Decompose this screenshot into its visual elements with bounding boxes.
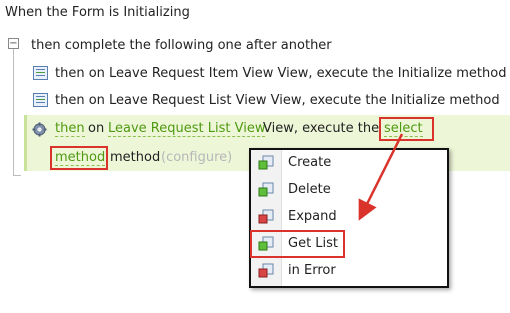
highlight-box-method	[50, 146, 108, 170]
menu-item-label: Expand	[288, 209, 337, 224]
group-label[interactable]: then complete the following one after an…	[31, 38, 332, 53]
delete-icon	[258, 182, 274, 197]
menu-item-label: Delete	[288, 182, 331, 197]
menu-item-in-error[interactable]: in Error	[251, 258, 447, 285]
collapse-toggle-icon[interactable]: −	[8, 38, 19, 49]
gear-icon	[32, 122, 47, 137]
expand-icon	[258, 209, 274, 224]
on-text: on	[88, 121, 105, 136]
create-icon	[258, 155, 274, 170]
configure-link[interactable]: (configure)	[161, 150, 232, 165]
highlight-box-get-list	[250, 230, 345, 258]
then-link[interactable]: then	[55, 121, 85, 137]
annotation-arrow-icon	[358, 133, 404, 221]
in-error-icon	[258, 263, 274, 278]
tree-connector-line	[13, 49, 14, 175]
menu-item-label: in Error	[288, 263, 336, 278]
view-link[interactable]: Leave Request List View	[108, 121, 266, 137]
rule-icon	[33, 66, 48, 80]
rule-list-view-initialize[interactable]: then on Leave Request List View View, ex…	[55, 93, 500, 108]
method-text: method	[110, 150, 161, 165]
rule-item-view-initialize[interactable]: then on Leave Request Item View View, ex…	[55, 66, 506, 81]
menu-item-label: Create	[288, 155, 332, 170]
tree-connector-end	[13, 175, 21, 176]
rule-icon	[33, 93, 48, 107]
event-heading: When the Form is Initializing	[5, 5, 190, 20]
